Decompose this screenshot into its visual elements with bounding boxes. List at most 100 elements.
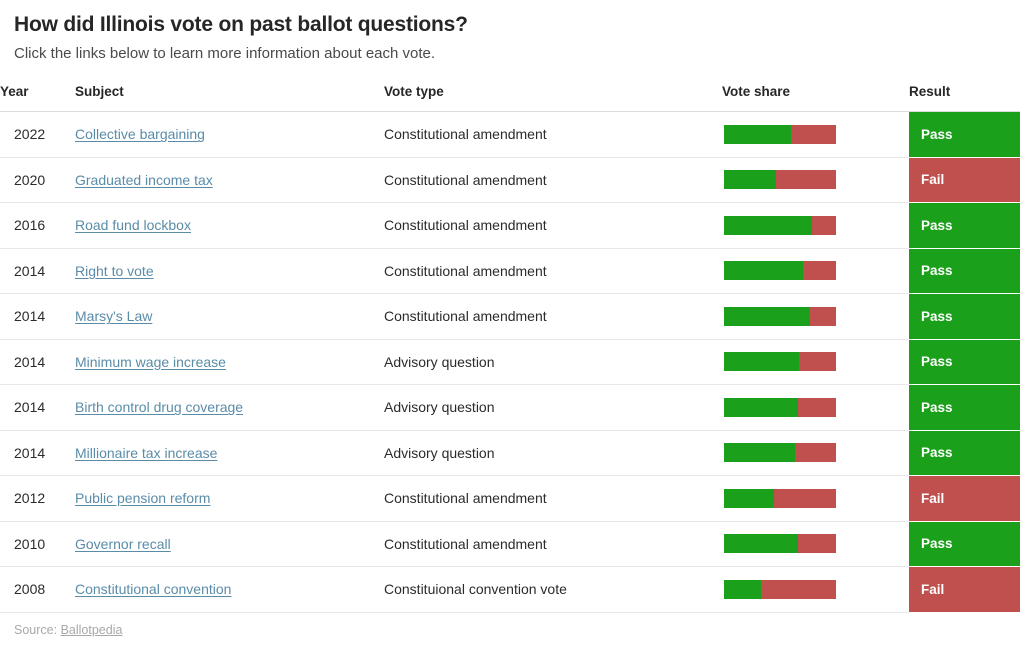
cell-subject: Minimum wage increase	[75, 339, 384, 385]
subject-link[interactable]: Marsy's Law	[75, 308, 152, 324]
status-badge: Pass	[909, 248, 1020, 293]
vote-share-bar	[724, 579, 836, 599]
cell-year: 2014	[0, 339, 75, 385]
vote-share-bar	[724, 397, 836, 417]
cell-result: Pass	[909, 521, 1020, 567]
table-row: 2010 Governor recall Constitutional amendm…	[0, 521, 1020, 567]
cell-vote-share	[722, 430, 909, 476]
table-row: 2016 Road fund lockbox Constitutional amen…	[0, 202, 1020, 249]
cell-year: 2014	[0, 293, 75, 340]
cell-subject: Right to vote	[75, 248, 384, 294]
table-row: 2020 Graduated income tax Constitutional a…	[0, 157, 1020, 203]
status-badge: Pass	[909, 294, 1020, 339]
subject-link[interactable]: Constitutional convention	[75, 581, 231, 597]
cell-result: Fail	[909, 157, 1020, 203]
cell-year: 2010	[0, 521, 75, 567]
source-footer: Source: Ballotpedia	[14, 623, 122, 637]
cell-subject: Birth control drug coverage	[75, 384, 384, 431]
cell-vote-type: Constitutional amendment	[384, 248, 722, 294]
cell-subject: Marsy's Law	[75, 293, 384, 340]
cell-vote-type: Constitutional amendment	[384, 521, 722, 567]
vote-share-yes-segment	[724, 170, 776, 190]
cell-subject: Millionaire tax increase	[75, 430, 384, 476]
cell-year: 2020	[0, 157, 75, 203]
cell-subject: Public pension reform	[75, 475, 384, 522]
vote-share-bar	[724, 124, 836, 144]
vote-share-yes-segment	[724, 215, 813, 235]
cell-vote-share	[722, 566, 909, 613]
ballot-questions-table-page: How did Illinois vote on past ballot que…	[0, 0, 1020, 649]
vote-share-yes-segment	[724, 443, 796, 463]
column-header-result: Result	[909, 84, 951, 99]
vote-share-yes-segment	[724, 488, 774, 508]
vote-share-yes-segment	[724, 579, 761, 599]
vote-share-yes-segment	[724, 534, 798, 554]
subject-link[interactable]: Birth control drug coverage	[75, 399, 243, 415]
status-badge: Pass	[909, 203, 1020, 248]
cell-vote-share	[722, 339, 909, 385]
table-container: Year Subject Vote type Vote share Result…	[0, 84, 1020, 613]
subject-link[interactable]: Governor recall	[75, 536, 171, 552]
cell-result: Pass	[909, 203, 1020, 249]
subject-link[interactable]: Right to vote	[75, 263, 154, 279]
status-badge: Fail	[909, 567, 1020, 612]
cell-vote-type: Constitutional amendment	[384, 157, 722, 203]
page-header: How did Illinois vote on past ballot que…	[0, 0, 1020, 64]
cell-vote-share	[722, 248, 909, 294]
subject-link[interactable]: Graduated income tax	[75, 172, 213, 188]
source-label: Source:	[14, 623, 58, 637]
cell-vote-share	[722, 111, 909, 158]
table-row: 2014 Right to vote Constitutional amendmen…	[0, 248, 1020, 294]
subject-link[interactable]: Collective bargaining	[75, 126, 205, 142]
status-badge: Pass	[909, 385, 1020, 430]
cell-vote-share	[722, 293, 909, 340]
cell-subject: Collective bargaining	[75, 111, 384, 158]
cell-year: 2016	[0, 202, 75, 249]
column-header-subject: Subject	[75, 84, 124, 99]
cell-year: 2014	[0, 384, 75, 431]
cell-year: 2008	[0, 566, 75, 613]
cell-vote-type: Advisory question	[384, 339, 722, 385]
cell-vote-share	[722, 475, 909, 522]
table-row: 2014 Marsy's Law Constitutional amendment P…	[0, 293, 1020, 340]
cell-subject: Road fund lockbox	[75, 202, 384, 249]
cell-vote-share	[722, 521, 909, 567]
cell-result: Pass	[909, 339, 1020, 385]
status-badge: Fail	[909, 476, 1020, 521]
table-body: 2022 Collective bargaining Constitutional …	[0, 111, 1020, 613]
cell-subject: Graduated income tax	[75, 157, 384, 203]
cell-vote-share	[722, 384, 909, 431]
status-badge: Pass	[909, 521, 1020, 566]
cell-year: 2012	[0, 475, 75, 522]
status-badge: Pass	[909, 339, 1020, 384]
cell-vote-type: Constitutional amendment	[384, 293, 722, 340]
cell-year: 2014	[0, 248, 75, 294]
cell-vote-type: Advisory question	[384, 384, 722, 431]
vote-share-bar	[724, 443, 836, 463]
cell-subject: Governor recall	[75, 521, 384, 567]
vote-share-bar	[724, 352, 836, 372]
vote-share-bar	[724, 306, 836, 326]
cell-result: Pass	[909, 112, 1020, 158]
cell-vote-type: Advisory question	[384, 430, 722, 476]
vote-share-bar	[724, 215, 836, 235]
source-link[interactable]: Ballotpedia	[61, 623, 123, 637]
vote-share-yes-segment	[724, 397, 798, 417]
cell-vote-type: Constituional convention vote	[384, 566, 722, 613]
vote-share-bar	[724, 261, 836, 281]
subject-link[interactable]: Millionaire tax increase	[75, 445, 217, 461]
page-title: How did Illinois vote on past ballot que…	[14, 13, 468, 36]
status-badge: Pass	[909, 430, 1020, 475]
subject-link[interactable]: Minimum wage increase	[75, 354, 226, 370]
subject-link[interactable]: Road fund lockbox	[75, 217, 191, 233]
vote-share-bar	[724, 488, 836, 508]
cell-result: Pass	[909, 248, 1020, 294]
vote-share-yes-segment	[724, 352, 800, 372]
subject-link[interactable]: Public pension reform	[75, 490, 210, 506]
cell-subject: Constitutional convention	[75, 566, 384, 613]
cell-vote-share	[722, 157, 909, 203]
cell-result: Fail	[909, 476, 1020, 522]
cell-result: Fail	[909, 567, 1020, 613]
cell-vote-type: Constitutional amendment	[384, 202, 722, 249]
vote-share-bar	[724, 534, 836, 554]
